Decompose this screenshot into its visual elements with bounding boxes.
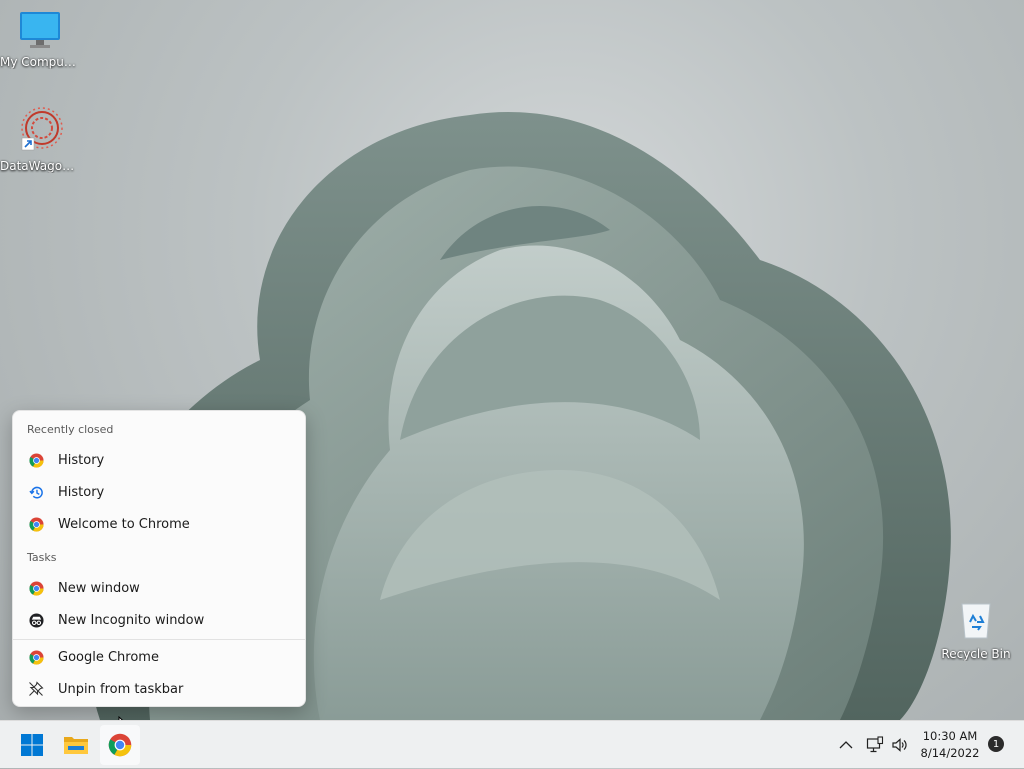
jumplist-item-history-1[interactable]: History <box>17 445 301 475</box>
jumplist-item-label: History <box>58 452 105 468</box>
network-button[interactable] <box>866 721 884 769</box>
desktop-icon-my-computer[interactable]: My Computer <box>0 10 80 69</box>
desktop-icon-label: DataWagon... <box>0 159 80 173</box>
tasks-heading: Tasks <box>27 551 57 564</box>
jumplist-divider <box>13 639 305 640</box>
jumplist-item-history-2[interactable]: History <box>17 477 301 507</box>
volume-button[interactable] <box>891 721 909 769</box>
unpin-icon <box>28 681 44 697</box>
jumplist-item-label: New Incognito window <box>58 612 205 628</box>
desktop-icon-label: My Computer <box>0 55 80 69</box>
taskbar-clock[interactable]: 10:30 AM 8/14/2022 <box>912 728 988 762</box>
desktop-icon-datawagon[interactable]: DataWagon... <box>0 104 80 173</box>
jumplist-item-label: History <box>58 484 105 500</box>
monitor-icon <box>20 12 60 48</box>
network-icon <box>866 736 884 753</box>
chrome-icon <box>28 452 44 468</box>
recycle-bin-icon <box>961 603 991 639</box>
show-hidden-icons-button[interactable] <box>838 721 854 769</box>
chrome-button[interactable] <box>100 725 140 765</box>
clock-time: 10:30 AM <box>922 729 978 743</box>
recently-closed-heading: Recently closed <box>27 423 114 436</box>
jumplist-item-label: Google Chrome <box>58 649 159 665</box>
chrome-jump-list: Recently closed History History Welcome … <box>12 410 306 707</box>
file-explorer-button[interactable] <box>56 725 96 765</box>
speaker-icon <box>892 738 907 752</box>
desktop-icon-recycle-bin[interactable]: Recycle Bin <box>936 600 1016 661</box>
notification-badge[interactable]: 1 <box>988 736 1004 752</box>
chrome-icon <box>108 733 132 757</box>
start-button[interactable] <box>12 725 52 765</box>
chevron-up-icon <box>839 741 853 749</box>
chrome-icon <box>28 580 44 596</box>
taskbar: 10:30 AM 8/14/2022 <box>0 720 1024 768</box>
jumplist-item-google-chrome[interactable]: Google Chrome <box>17 642 301 672</box>
datawagon-app-icon <box>21 107 63 151</box>
jumplist-item-label: Welcome to Chrome <box>58 516 190 532</box>
jumplist-item-new-incognito-window[interactable]: New Incognito window <box>17 605 301 635</box>
chrome-icon <box>28 516 44 532</box>
jumplist-item-unpin-from-taskbar[interactable]: Unpin from taskbar <box>17 674 301 704</box>
jumplist-item-new-window[interactable]: New window <box>17 573 301 603</box>
chrome-icon <box>28 649 44 665</box>
incognito-icon <box>28 612 44 628</box>
desktop-icon-label: Recycle Bin <box>941 647 1011 661</box>
history-icon <box>28 484 44 500</box>
jumplist-item-label: New window <box>58 580 140 596</box>
clock-date: 8/14/2022 <box>920 746 980 760</box>
folder-icon <box>64 737 88 754</box>
windows-logo-icon <box>21 734 43 756</box>
jumplist-item-welcome-to-chrome[interactable]: Welcome to Chrome <box>17 509 301 539</box>
jumplist-item-label: Unpin from taskbar <box>58 681 184 697</box>
